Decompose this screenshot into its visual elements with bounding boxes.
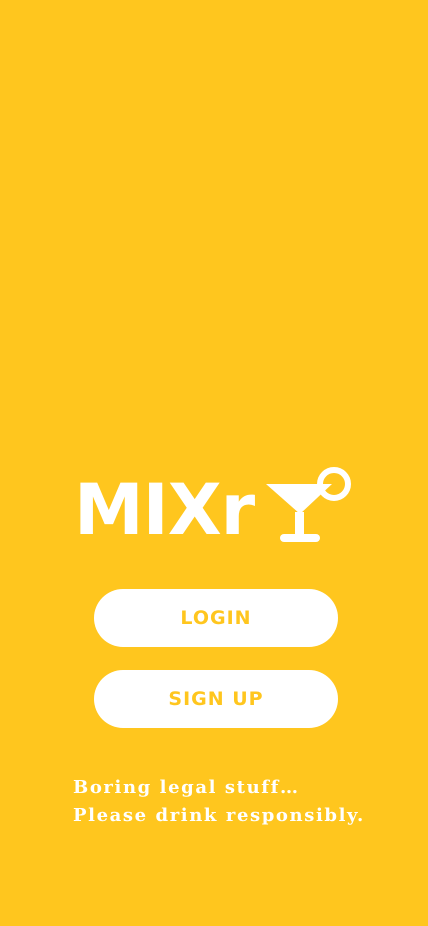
signup-button[interactable]: SIGN UP: [94, 670, 338, 728]
app-logo: MIXr: [74, 462, 358, 551]
legal-disclaimer: Boring legal stuff… Please drink respons…: [73, 777, 365, 826]
login-button[interactable]: LOGIN: [94, 589, 338, 647]
cocktail-glass-icon: [266, 467, 351, 542]
logo-wordmark: MIXr: [74, 469, 255, 551]
